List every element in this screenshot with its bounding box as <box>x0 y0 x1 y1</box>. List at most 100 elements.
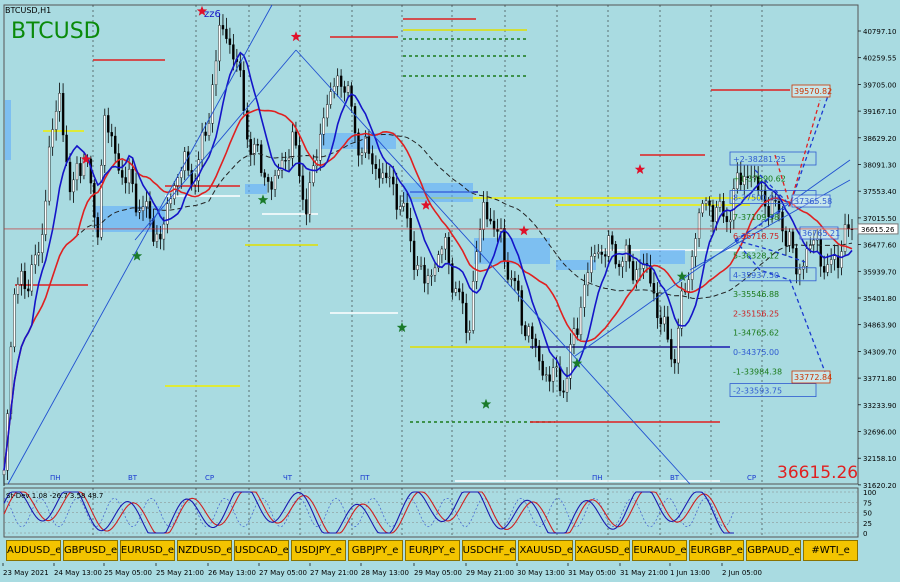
candle-body <box>524 325 527 337</box>
candle-body <box>51 129 54 148</box>
symbol-button[interactable]: GBPAUD_e <box>746 540 802 561</box>
candle-body <box>127 168 131 184</box>
candle-body <box>579 307 583 335</box>
candle-body <box>687 279 690 292</box>
price-axis-label: 39705.00 <box>863 81 896 89</box>
candle-body <box>155 233 159 242</box>
candle-body <box>485 202 489 220</box>
candle-body <box>701 203 704 214</box>
target-label: 37365.58 <box>794 197 832 206</box>
target-label: 39570.82 <box>794 87 832 96</box>
candle-body <box>256 144 259 146</box>
candle-body <box>617 263 621 267</box>
candle-body <box>353 106 357 134</box>
candle-body <box>371 153 374 165</box>
candle-body <box>249 139 252 156</box>
candle-body <box>166 203 169 225</box>
candle-body <box>520 290 524 326</box>
candle-body <box>548 374 551 382</box>
candle-body <box>259 144 263 173</box>
candle-body <box>478 229 482 252</box>
symbol-button[interactable]: EURUSD_e <box>119 540 175 561</box>
candle-body <box>694 238 697 257</box>
time-axis-label: 29 May 21:00 <box>466 569 514 577</box>
candle-body <box>44 200 47 235</box>
candle-body <box>607 235 610 257</box>
candle-body <box>558 366 562 392</box>
candle-body <box>565 378 569 393</box>
candle-body <box>600 251 603 255</box>
weekday-label: СР <box>747 474 756 482</box>
candle-body <box>266 177 270 182</box>
candle-body <box>312 165 315 183</box>
candle-body <box>242 70 246 112</box>
symbol-button[interactable]: AUDUSD_e <box>6 540 61 561</box>
candle-body <box>829 259 833 265</box>
price-axis-label: 34863.90 <box>863 322 896 330</box>
candle-body <box>405 202 409 219</box>
candle-body <box>211 84 214 124</box>
candle-body <box>273 175 277 190</box>
symbol-button[interactable]: NZDUSD_e <box>176 540 232 561</box>
candle-body <box>433 267 437 276</box>
candle-body <box>124 177 127 184</box>
oscillator-level-label: 75 <box>863 499 872 507</box>
time-axis-label: 1 Jun 13:00 <box>670 569 710 577</box>
symbol-button[interactable]: XAUUSD_e <box>518 540 574 561</box>
candle-body <box>96 217 100 238</box>
symbol-button[interactable]: EURGBP_e <box>689 540 745 561</box>
symbol-button[interactable]: USDCAD_e <box>233 540 289 561</box>
candle-body <box>798 268 802 275</box>
candle-body <box>246 110 249 140</box>
candle-body <box>572 328 576 345</box>
time-axis-label: 27 May 21:00 <box>310 569 358 577</box>
symbol-button[interactable]: EURJPY_e <box>404 540 460 561</box>
candle-body <box>270 181 273 190</box>
candle-body <box>326 104 329 119</box>
candle-body <box>628 244 631 262</box>
candle-body <box>381 172 385 179</box>
price-axis-label: 40797.10 <box>863 28 896 36</box>
window-caption: BTCUSD,H1 <box>5 6 51 15</box>
candle-body <box>538 345 541 362</box>
candle-body <box>468 330 471 333</box>
symbol-button[interactable]: #WTI_e <box>803 540 859 561</box>
candle-body <box>364 136 367 154</box>
candle-body <box>65 134 68 163</box>
candle-body <box>392 176 395 185</box>
candle-body <box>544 374 548 376</box>
symbol-button[interactable]: XAGUSD_e <box>575 540 631 561</box>
candle-body <box>541 360 544 376</box>
candle-body <box>784 230 788 246</box>
candle-body <box>621 261 624 267</box>
candle-body <box>145 201 148 207</box>
symbol-button[interactable]: GBPJPY_e <box>347 540 403 561</box>
candle-body <box>305 199 308 215</box>
candle-body <box>34 254 37 265</box>
candle-body <box>23 271 27 290</box>
candle-body <box>444 237 447 250</box>
candle-body <box>822 266 826 273</box>
symbol-button[interactable]: USDCHF_e <box>461 540 517 561</box>
candle-body <box>367 136 371 154</box>
candle-body <box>551 367 555 382</box>
candle-body <box>2 470 6 476</box>
price-chart[interactable]: +2-38281.25+1-37890.628-37500.007-37109.… <box>0 0 900 582</box>
candle-body <box>395 183 398 210</box>
price-axis-label: 37553.40 <box>863 188 896 196</box>
candle-body <box>704 200 708 204</box>
candle-body <box>350 85 353 107</box>
time-axis-label: 25 May 21:00 <box>156 569 204 577</box>
weekday-label: ЧТ <box>283 474 293 482</box>
candle-body <box>447 237 451 264</box>
candle-body <box>329 91 332 105</box>
candle-body <box>207 123 211 136</box>
candle-body <box>16 284 20 295</box>
symbol-button[interactable]: GBPUSD_e <box>62 540 118 561</box>
candle-body <box>37 252 40 256</box>
symbol-button[interactable]: EURAUD_e <box>632 540 688 561</box>
symbol-button[interactable]: USDJPY_e <box>290 540 346 561</box>
candle-body <box>416 265 419 270</box>
murrey-level-label: 0-34375.00 <box>733 348 779 357</box>
candle-body <box>680 290 683 329</box>
